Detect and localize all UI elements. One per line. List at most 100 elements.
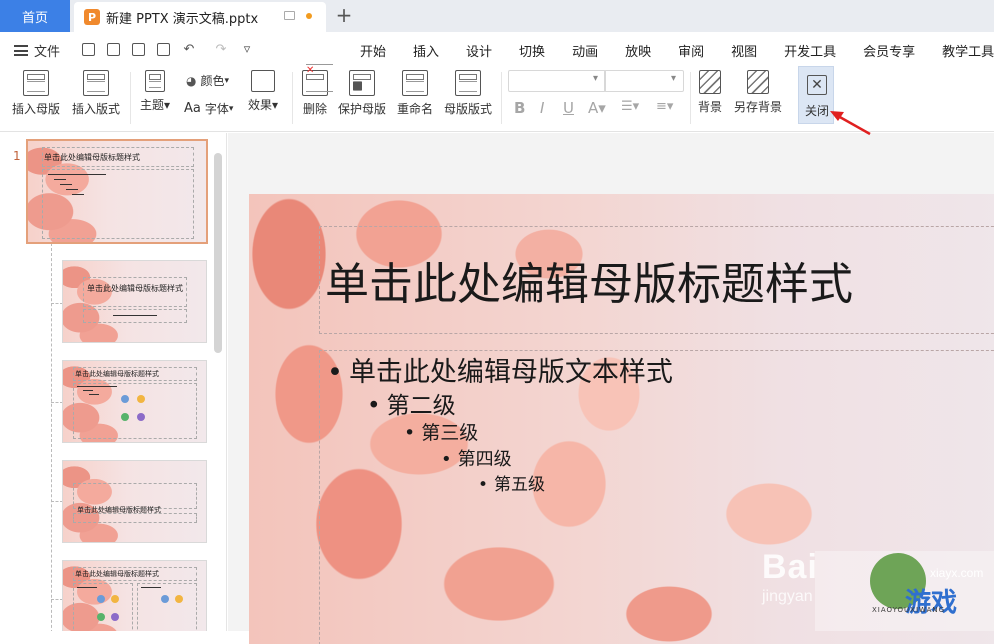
left-content-placeholder [73, 583, 133, 631]
background-button[interactable]: 背景 [698, 70, 722, 115]
thumbnail-title: 单击此处编辑母版标题样式 [75, 370, 159, 378]
insert-master-label: 插入母版 [12, 102, 61, 116]
text-line [66, 189, 78, 190]
table-icon [161, 595, 169, 603]
layout-thumbnail[interactable]: 单击此处编辑母版标题样式 [62, 560, 207, 631]
right-content-placeholder [137, 583, 197, 631]
bold-icon[interactable]: B [514, 99, 525, 117]
rename-button[interactable]: 重命名 [397, 70, 433, 117]
palette-icon: ◕ [186, 73, 197, 88]
protect-master-button[interactable]: 保护母版 [338, 70, 386, 117]
redo-icon[interactable]: ↷ [212, 40, 230, 58]
undo-icon[interactable]: ↶ [180, 40, 198, 58]
slide-title[interactable]: 单击此处编辑母版标题样式 [325, 248, 853, 312]
font-label: 字体 [204, 102, 229, 116]
home-tab[interactable]: 首页 [0, 0, 70, 32]
line-spacing-icon[interactable]: ≡▾ [656, 99, 673, 114]
color-button[interactable]: ◕ 颜色 ▾ [186, 72, 229, 89]
file-menu[interactable]: 文件 [14, 41, 60, 60]
subtitle-placeholder [73, 513, 197, 523]
layout-thumbnail[interactable]: 单击此处编辑母版标题样式 [62, 260, 207, 343]
body-text-level-5[interactable]: 第五级 [478, 470, 545, 495]
unsaved-dot-icon [306, 13, 312, 19]
customize-toolbar-icon[interactable]: ▿ [238, 40, 256, 58]
body-text-level-4[interactable]: 第四级 [441, 445, 512, 471]
master-layout-button[interactable]: 母版版式 [444, 70, 492, 117]
chart-icon [137, 395, 145, 403]
text-line [89, 394, 99, 395]
theme-button[interactable]: 主题▾ [140, 70, 170, 113]
insert-layout-button[interactable]: 插入版式 [72, 70, 120, 117]
text-line [77, 587, 97, 588]
ribbon-tabs: 开始 插入 设计 切换 动画 放映 审阅 视图 开发工具 会员专享 教学工具 [360, 41, 994, 60]
document-tab[interactable]: P 新建 PPTX 演示文稿.pptx [74, 2, 326, 32]
tab-developer[interactable]: 开发工具 [784, 41, 836, 60]
rename-label: 重命名 [397, 102, 434, 116]
delete-button[interactable]: 删除 [302, 64, 333, 117]
body-placeholder [73, 383, 197, 439]
layout-tree-line [51, 243, 52, 631]
tab-review[interactable]: 审阅 [678, 41, 704, 60]
site-url-watermark: xiayx.com [930, 566, 984, 580]
font-color-icon[interactable]: A▾ [588, 99, 606, 117]
rename-icon [402, 70, 428, 96]
save-icon[interactable] [79, 40, 97, 58]
underline-icon[interactable]: U [563, 99, 574, 117]
new-tab-button[interactable]: + [334, 3, 354, 27]
monitor-icon[interactable] [284, 11, 295, 20]
text-line [48, 174, 106, 175]
tab-start[interactable]: 开始 [360, 41, 386, 60]
font-icon: Aa [184, 101, 201, 116]
bullet-list-icon[interactable]: ☰▾ [621, 99, 639, 114]
print-icon[interactable] [129, 40, 147, 58]
tab-member[interactable]: 会员专享 [863, 41, 915, 60]
protect-master-label: 保护母版 [338, 102, 387, 116]
baidu-watermark: Bai [762, 548, 818, 586]
hamburger-icon [14, 45, 28, 56]
site-pinyin-watermark: XIAOYOUXIWANG [872, 606, 946, 614]
insert-master-icon [23, 70, 49, 96]
font-size-select[interactable] [604, 70, 684, 92]
media-icon [137, 413, 145, 421]
chart-icon [111, 595, 119, 603]
export-icon[interactable] [104, 40, 122, 58]
italic-icon[interactable]: I [540, 99, 544, 117]
tab-insert[interactable]: 插入 [413, 41, 439, 60]
master-layout-label: 母版版式 [444, 102, 493, 116]
tab-teaching[interactable]: 教学工具 [942, 41, 994, 60]
font-family-select[interactable] [508, 70, 606, 92]
slide-thumbnail-pane[interactable]: 1 单击此处编辑母版标题样式 单击此处编辑母版标题样式 单击此处编辑母版标题样式 [0, 133, 227, 631]
tab-animation[interactable]: 动画 [572, 41, 598, 60]
tab-transition[interactable]: 切换 [519, 41, 545, 60]
media-icon [111, 613, 119, 621]
text-line [54, 179, 66, 180]
delete-label: 删除 [302, 102, 327, 116]
font-button[interactable]: Aa 字体 ▾ [184, 100, 233, 117]
lock-icon [349, 70, 375, 96]
tab-design[interactable]: 设计 [466, 41, 492, 60]
tab-slideshow[interactable]: 放映 [625, 41, 651, 60]
body-text-level-3[interactable]: 第三级 [404, 418, 478, 445]
body-text-level-1[interactable]: 单击此处编辑母版文本样式 [327, 350, 673, 389]
master-layout-icon [455, 70, 481, 96]
annotation-arrow-icon [830, 111, 871, 136]
master-slide-thumbnail[interactable]: 单击此处编辑母版标题样式 [26, 139, 208, 244]
layout-thumbnail[interactable]: 单击此处编辑母版标题样式 [62, 460, 207, 543]
save-background-button[interactable]: 另存背景 [734, 70, 782, 115]
menu-bar: 文件 ↶ ↷ ▿ 开始 插入 设计 切换 动画 放映 审阅 视图 开发工具 会员… [0, 32, 994, 66]
effect-button[interactable]: 效果▾ [248, 70, 278, 113]
thumbnail-title: 单击此处编辑母版标题样式 [87, 284, 183, 293]
print-preview-icon[interactable] [154, 40, 172, 58]
text-line [113, 315, 157, 316]
insert-master-button[interactable]: 插入母版 [12, 70, 60, 117]
divider [130, 72, 131, 124]
insert-layout-icon [83, 70, 109, 96]
tab-view[interactable]: 视图 [731, 41, 757, 60]
body-text-level-2[interactable]: 第二级 [367, 386, 456, 420]
thumbnail-scrollbar[interactable] [214, 153, 222, 353]
effect-icon [251, 70, 276, 92]
layout-thumbnail[interactable]: 单击此处编辑母版标题样式 [62, 360, 207, 443]
delete-slide-icon [302, 64, 333, 96]
document-tab-title: 新建 PPTX 演示文稿.pptx [106, 11, 259, 27]
insert-layout-label: 插入版式 [72, 102, 121, 116]
